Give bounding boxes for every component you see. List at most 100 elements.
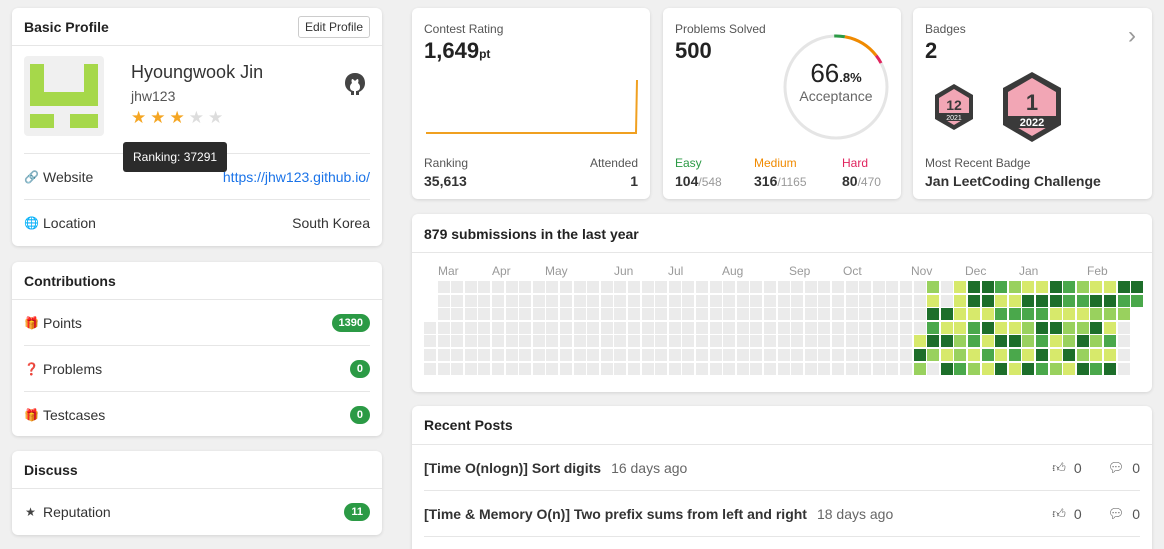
- calendar-cell[interactable]: [424, 335, 437, 348]
- calendar-cell[interactable]: [859, 335, 872, 348]
- calendar-cell[interactable]: [614, 308, 627, 321]
- calendar-cell[interactable]: [560, 349, 573, 362]
- calendar-cell[interactable]: [628, 294, 641, 307]
- calendar-cell[interactable]: [519, 281, 532, 294]
- calendar-cell[interactable]: [614, 349, 627, 362]
- calendar-cell[interactable]: [927, 308, 940, 321]
- calendar-cell[interactable]: [872, 335, 885, 348]
- calendar-cell[interactable]: [1022, 349, 1035, 362]
- calendar-cell[interactable]: [1104, 349, 1117, 362]
- calendar-cell[interactable]: [709, 321, 722, 334]
- calendar-cell[interactable]: [1090, 281, 1103, 294]
- calendar-cell[interactable]: [492, 321, 505, 334]
- calendar-cell[interactable]: [668, 321, 681, 334]
- calendar-cell[interactable]: [532, 349, 545, 362]
- calendar-cell[interactable]: [641, 308, 654, 321]
- calendar-cell[interactable]: [913, 349, 926, 362]
- calendar-cell[interactable]: [573, 281, 586, 294]
- calendar-cell[interactable]: [832, 281, 845, 294]
- calendar-cell[interactable]: [845, 308, 858, 321]
- calendar-cell[interactable]: [492, 349, 505, 362]
- calendar-cell[interactable]: [913, 308, 926, 321]
- calendar-cell[interactable]: [954, 335, 967, 348]
- calendar-cell[interactable]: [723, 335, 736, 348]
- calendar-cell[interactable]: [804, 335, 817, 348]
- calendar-cell[interactable]: [1036, 281, 1049, 294]
- calendar-cell[interactable]: [872, 294, 885, 307]
- calendar-cell[interactable]: [587, 308, 600, 321]
- calendar-cell[interactable]: [1090, 321, 1103, 334]
- calendar-cell[interactable]: [1117, 281, 1130, 294]
- calendar-cell[interactable]: [981, 362, 994, 375]
- calendar-cell[interactable]: [940, 321, 953, 334]
- calendar-cell[interactable]: [764, 308, 777, 321]
- calendar-cell[interactable]: [1022, 362, 1035, 375]
- calendar-cell[interactable]: [614, 335, 627, 348]
- post-title[interactable]: [Time & Memory O(n)] Two prefix sums fro…: [424, 506, 807, 522]
- calendar-cell[interactable]: [532, 335, 545, 348]
- calendar-cell[interactable]: [804, 281, 817, 294]
- calendar-cell[interactable]: [736, 335, 749, 348]
- calendar-cell[interactable]: [872, 308, 885, 321]
- calendar-cell[interactable]: [437, 349, 450, 362]
- calendar-cell[interactable]: [464, 321, 477, 334]
- calendar-cell[interactable]: [777, 281, 790, 294]
- calendar-cell[interactable]: [682, 281, 695, 294]
- calendar-cell[interactable]: [940, 362, 953, 375]
- calendar-cell[interactable]: [709, 294, 722, 307]
- post-row[interactable]: [Time O(nlogn)] Sort digits 16 days ago …: [424, 445, 1140, 491]
- calendar-cell[interactable]: [478, 349, 491, 362]
- calendar-cell[interactable]: [709, 362, 722, 375]
- calendar-cell[interactable]: [818, 362, 831, 375]
- calendar-cell[interactable]: [723, 362, 736, 375]
- calendar-cell[interactable]: [573, 362, 586, 375]
- calendar-cell[interactable]: [1022, 281, 1035, 294]
- calendar-cell[interactable]: [546, 281, 559, 294]
- post-row[interactable]: [Time & Memory O(n)] Two prefix sums fro…: [424, 491, 1140, 537]
- calendar-cell[interactable]: [532, 294, 545, 307]
- calendar-cell[interactable]: [1063, 294, 1076, 307]
- calendar-cell[interactable]: [832, 294, 845, 307]
- calendar-cell[interactable]: [560, 308, 573, 321]
- calendar-cell[interactable]: [478, 335, 491, 348]
- calendar-cell[interactable]: [628, 362, 641, 375]
- calendar-cell[interactable]: [791, 362, 804, 375]
- calendar-cell[interactable]: [614, 281, 627, 294]
- calendar-cell[interactable]: [1008, 281, 1021, 294]
- calendar-cell[interactable]: [1076, 335, 1089, 348]
- calendar-cell[interactable]: [1104, 281, 1117, 294]
- calendar-cell[interactable]: [900, 362, 913, 375]
- calendar-cell[interactable]: [1076, 281, 1089, 294]
- calendar-cell[interactable]: [859, 281, 872, 294]
- calendar-cell[interactable]: [995, 335, 1008, 348]
- calendar-cell[interactable]: [995, 294, 1008, 307]
- calendar-cell[interactable]: [886, 321, 899, 334]
- calendar-cell[interactable]: [981, 321, 994, 334]
- calendar-cell[interactable]: [968, 362, 981, 375]
- calendar-cell[interactable]: [668, 308, 681, 321]
- calendar-cell[interactable]: [519, 321, 532, 334]
- calendar-cell[interactable]: [940, 294, 953, 307]
- calendar-cell[interactable]: [628, 335, 641, 348]
- calendar-cell[interactable]: [492, 281, 505, 294]
- calendar-cell[interactable]: [1104, 294, 1117, 307]
- calendar-cell[interactable]: [600, 335, 613, 348]
- calendar-cell[interactable]: [927, 281, 940, 294]
- calendar-cell[interactable]: [1049, 294, 1062, 307]
- calendar-cell[interactable]: [451, 362, 464, 375]
- calendar-cell[interactable]: [1104, 308, 1117, 321]
- calendar-cell[interactable]: [723, 321, 736, 334]
- calendar-cell[interactable]: [1008, 349, 1021, 362]
- calendar-cell[interactable]: [995, 321, 1008, 334]
- calendar-cell[interactable]: [573, 335, 586, 348]
- calendar-cell[interactable]: [1076, 362, 1089, 375]
- calendar-cell[interactable]: [886, 308, 899, 321]
- calendar-cell[interactable]: [1049, 349, 1062, 362]
- calendar-cell[interactable]: [437, 321, 450, 334]
- calendar-cell[interactable]: [900, 349, 913, 362]
- calendar-cell[interactable]: [464, 281, 477, 294]
- calendar-cell[interactable]: [600, 321, 613, 334]
- calendar-cell[interactable]: [872, 362, 885, 375]
- calendar-cell[interactable]: [655, 294, 668, 307]
- calendar-cell[interactable]: [750, 335, 763, 348]
